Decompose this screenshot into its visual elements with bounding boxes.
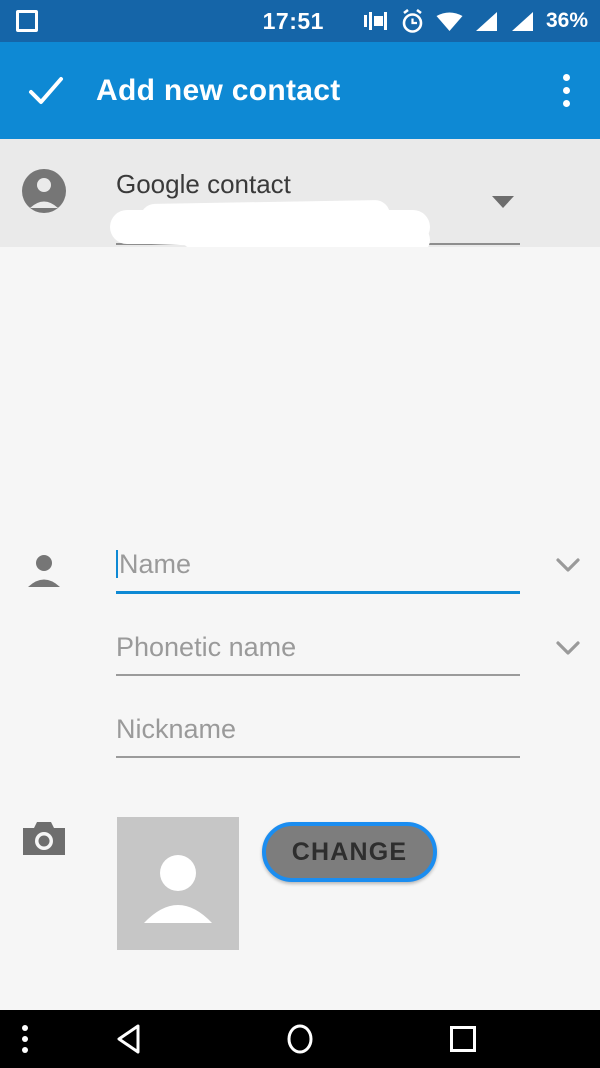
app-bar: Add new contact [0,42,600,139]
phonetic-name-input[interactable]: Phonetic name [116,630,520,666]
nickname-input[interactable]: Nickname [116,712,520,748]
phonetic-name-field[interactable]: Phonetic name [116,630,520,676]
screenshot-square-icon [16,10,38,32]
status-right-icons: 17:51 36% [263,8,588,35]
camera-icon [23,822,65,855]
account-type-label: Google contact [116,169,291,199]
page-title: Add new contact [96,73,341,107]
name-field[interactable]: Name [116,547,520,594]
person-icon [28,555,60,587]
name-underline [116,591,520,594]
status-bar: 17:51 36% [0,0,600,42]
recents-square-icon[interactable] [450,1026,476,1052]
checkmark-icon[interactable] [26,71,66,111]
home-circle-icon[interactable] [283,1022,317,1056]
signal-sim2-icon [511,11,533,31]
overflow-menu-icon[interactable] [560,74,572,107]
back-triangle-icon[interactable] [113,1022,147,1056]
alarm-icon [402,8,423,33]
status-left-icons [16,10,38,32]
battery-percent: 36% [545,9,588,32]
vibrate-icon [363,12,387,30]
change-photo-button[interactable]: CHANGE [262,822,437,882]
android-add-contact-screen: 17:51 36% Add new contact Google contact… [0,0,600,1068]
phonetic-name-underline [116,674,520,676]
status-clock: 17:51 [262,7,324,34]
person-placeholder-icon [144,854,212,923]
text-cursor [116,550,118,578]
account-circle-icon [22,169,66,213]
navigation-bar [0,1010,600,1068]
overflow-menu-icon[interactable] [22,1025,28,1053]
wifi-icon [436,12,463,31]
contact-form: Name Phonetic name Nickname CHANGE [0,247,600,1068]
signal-sim1-icon [475,11,497,31]
nickname-field[interactable]: Nickname [116,712,520,758]
chevron-down-icon[interactable] [552,549,584,581]
caret-down-icon[interactable] [492,196,514,208]
name-input[interactable]: Name [116,547,520,583]
contact-photo-placeholder[interactable] [117,817,239,950]
nickname-underline [116,756,520,758]
chevron-down-icon[interactable] [552,632,584,664]
